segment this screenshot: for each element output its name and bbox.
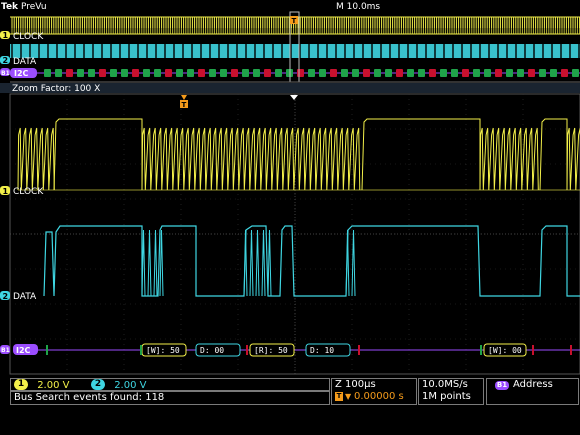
search-results-text: Bus Search events found: 118: [14, 392, 165, 403]
overview-trigger-marker: T: [290, 16, 298, 25]
bus-packet-label[interactable]: [W]: 50: [146, 346, 180, 355]
ch1-scale[interactable]: 1 2.00 V: [14, 379, 69, 391]
record-length: 1M points: [422, 391, 471, 402]
svg-text:1: 1: [3, 31, 9, 40]
overview-data-trace: [10, 44, 580, 58]
svg-text:CLOCK: CLOCK: [13, 187, 44, 197]
bus-packet-label[interactable]: [R]: 50: [254, 346, 288, 355]
bus-packet-label[interactable]: D: 10: [310, 346, 334, 355]
ch2-scale[interactable]: 2 2.00 V: [91, 379, 146, 391]
horizontal-box[interactable]: Z 100µs T ▼ 0.00000 s: [331, 378, 417, 405]
svg-text:CLOCK: CLOCK: [13, 32, 44, 42]
svg-text:DATA: DATA: [13, 57, 37, 67]
svg-text:1: 1: [3, 187, 9, 196]
zoom-factor-label: Zoom Factor: 100 X: [12, 84, 100, 94]
svg-text:I2C: I2C: [14, 69, 29, 78]
zoom-ch1-label[interactable]: 1 CLOCK: [0, 186, 44, 197]
bus-trigger-icon: B1: [495, 381, 509, 390]
svg-text:DATA: DATA: [13, 292, 37, 302]
oscilloscope-display: Tek PreVu M 10.0ms 1 CLOCK 2 DATA B1 I2C…: [0, 0, 580, 375]
trigger-box[interactable]: B1 Address: [486, 378, 579, 405]
svg-text:T: T: [182, 101, 187, 109]
channel-scale-box[interactable]: 1 2.00 V 2 2.00 V: [10, 378, 330, 391]
svg-text:2: 2: [3, 292, 9, 301]
trigger-position-icon: T: [335, 392, 343, 401]
sample-rate: 10.0MS/s: [422, 379, 468, 390]
horizontal-scale: Z 100µs: [335, 379, 376, 390]
zoom-graticule: [9, 93, 580, 375]
trigger-type: Address: [513, 379, 553, 390]
svg-text:T: T: [292, 17, 297, 25]
acquisition-mode: PreVu: [21, 2, 47, 12]
overview-ch1-label[interactable]: 1 CLOCK: [0, 31, 44, 42]
trigger-arrow-icon: ▼: [345, 392, 352, 401]
search-results-box[interactable]: Bus Search events found: 118: [10, 391, 330, 405]
bus-packet-label[interactable]: D: 00: [200, 346, 224, 355]
status-bar: 1 2.00 V 2 2.00 V Bus Search events foun…: [0, 376, 580, 435]
brand-label: Tek: [1, 2, 19, 12]
zoom-ch2-label[interactable]: 2 DATA: [0, 291, 37, 302]
trigger-position: 0.00000 s: [354, 391, 404, 402]
bus-packet-label[interactable]: [W]: 00: [488, 346, 522, 355]
zoom-bus-label[interactable]: B1 I2C: [0, 344, 38, 355]
svg-text:B1: B1: [1, 70, 10, 77]
timebase-readout: M 10.0ms: [336, 2, 380, 12]
svg-text:I2C: I2C: [16, 346, 31, 355]
svg-text:2: 2: [3, 56, 9, 65]
overview-bus-label[interactable]: B1 I2C: [0, 68, 37, 78]
overview-ch2-label[interactable]: 2 DATA: [0, 56, 37, 67]
svg-text:B1: B1: [1, 347, 10, 354]
acquisition-box[interactable]: 10.0MS/s 1M points: [418, 378, 484, 405]
